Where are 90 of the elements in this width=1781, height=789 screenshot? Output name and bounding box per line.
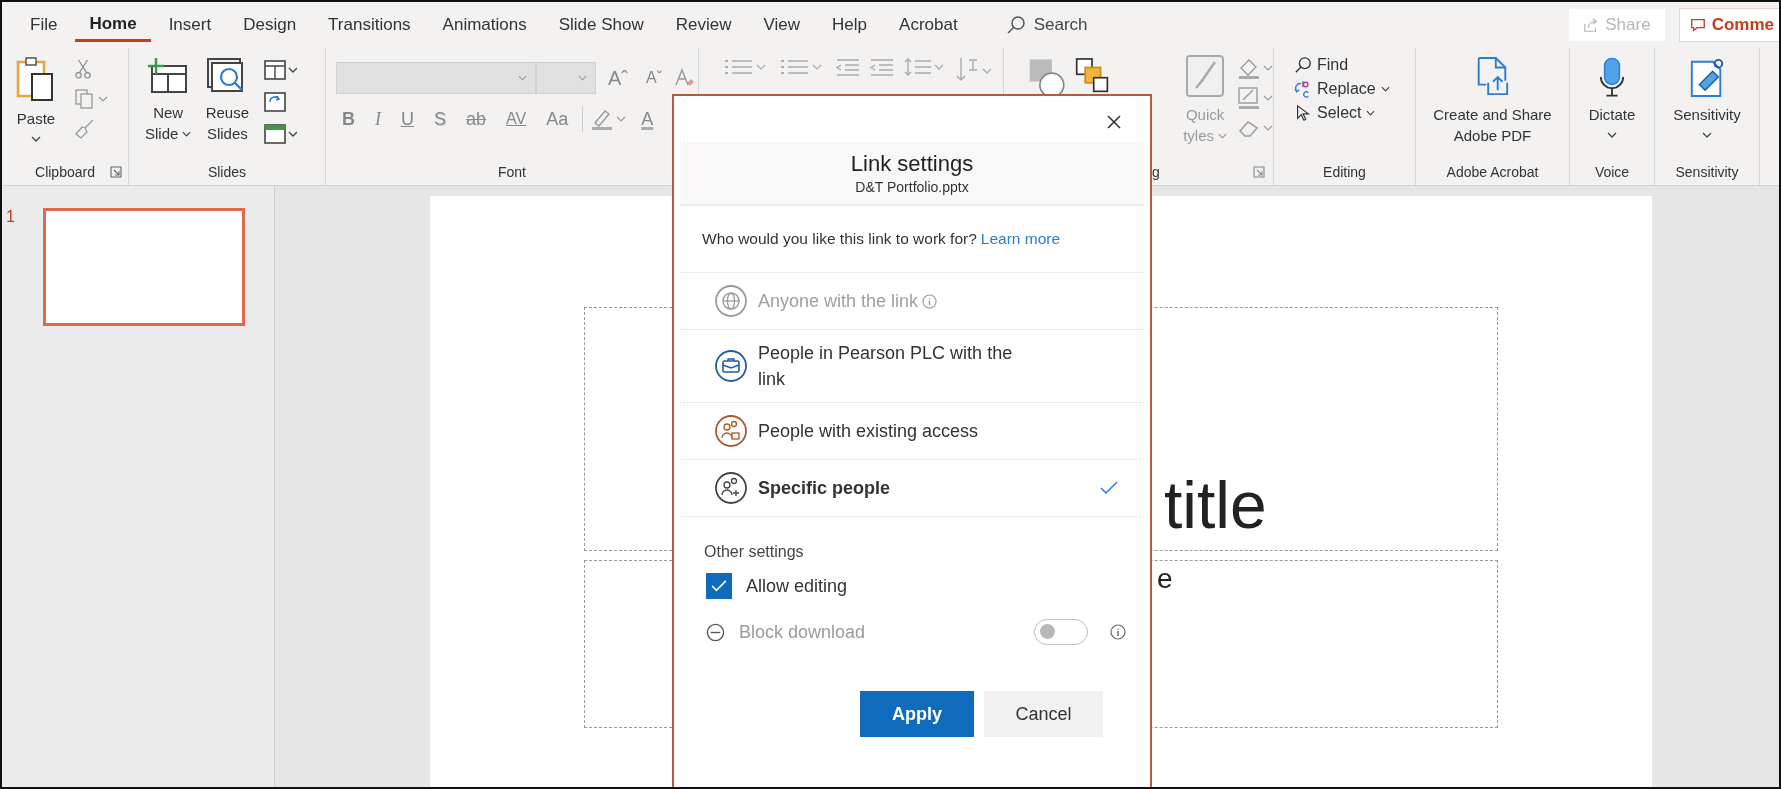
scissors-icon[interactable] [74,58,92,80]
title-text: title [1164,472,1267,538]
layout-icon[interactable] [263,58,298,82]
dictate-button[interactable]: Dictate [1588,56,1636,138]
microphone-icon [1598,56,1626,98]
question-text: Who would you like this link to work for? [702,230,977,248]
file-name: D&T Portfolio.pptx [855,179,969,195]
decrease-indent-icon[interactable] [835,56,861,78]
chevron-icon [1366,110,1376,116]
chevron-icon [1607,132,1617,138]
ribbon-tab[interactable]: File [16,9,72,41]
ribbon-tab[interactable]: Acrobat [885,9,972,41]
link-option[interactable]: People with existing access [680,403,1144,460]
chevron-icon [182,131,192,137]
checkbox[interactable] [706,573,732,599]
chevron-icon [518,75,527,81]
minus-circle-icon [706,622,725,642]
chevron-icon [1380,86,1390,92]
block-download-label: Block download [739,621,866,643]
group-label: Sensitivity [1675,164,1739,180]
people-add-icon [714,471,748,505]
checkmark-icon [711,580,727,592]
comment-icon [1689,17,1706,33]
learn-more-link[interactable]: Learn more [980,230,1061,248]
increase-indent-icon[interactable] [869,56,895,78]
section-icon[interactable] [263,122,298,146]
new-slide-button[interactable]: New Slide [145,56,192,144]
tagged-document-icon [1688,56,1726,98]
ribbon-tab[interactable]: Insert [154,9,226,41]
group-label: Clipboard [35,164,95,180]
subtitle-text: e [1157,563,1173,595]
group-label: Adobe Acrobat [1446,164,1539,180]
reuse-slides-button[interactable]: Reuse Slides [205,56,250,144]
pen-outline-icon[interactable] [1237,86,1273,110]
chevron-icon [578,75,587,81]
sensitivity-button[interactable]: Sensitivity [1673,56,1741,138]
replace-icon [1294,80,1312,98]
dialog-launcher-icon[interactable] [1253,166,1265,178]
select-button[interactable]: Select [1294,104,1376,122]
comments-button[interactable]: Comme [1678,8,1779,42]
group-label: g [1152,164,1160,180]
ribbon-tab[interactable]: Home [75,8,151,42]
paste-button[interactable]: Paste [16,56,56,142]
quick-styles-icon [1185,54,1226,98]
cancel-button[interactable]: Cancel [984,691,1103,737]
group-label: Font [498,164,526,180]
ribbon-tab[interactable]: Slide Show [544,9,658,41]
group-label: Editing [1323,164,1366,180]
info-icon[interactable] [1110,624,1126,640]
slide-thumbnail[interactable] [42,208,245,326]
close-icon [1106,114,1122,130]
ribbon-tab[interactable]: Review [661,9,746,41]
search-field[interactable]: Search [1033,15,1104,35]
dialog-launcher-icon[interactable] [110,166,122,178]
ribbon-tab[interactable]: Animations [428,9,541,41]
replace-button[interactable]: Replace [1294,80,1390,98]
group-label: Slides [207,164,247,180]
section-heading: Other settings [704,543,804,560]
globe-icon [714,284,748,318]
slide-number: 1 [6,208,15,226]
checkbox-label: Allow editing [746,575,848,597]
cursor-icon [1294,104,1312,122]
font-size-field[interactable] [536,62,596,94]
apply-button[interactable]: Apply [860,691,974,737]
ribbon-tab[interactable]: Help [818,9,882,41]
chevron-icon [1218,133,1227,139]
dialog-title: Link settings [850,151,974,177]
group-label: Voice [1594,164,1630,180]
people-lock-icon [714,414,748,448]
find-button[interactable]: Find [1294,56,1349,74]
paintbrush-icon[interactable] [74,118,96,140]
reset-icon[interactable] [263,90,288,114]
copy-icon[interactable] [74,88,108,110]
chevron-icon [1702,132,1712,138]
ribbon-tab[interactable]: Design [229,9,311,41]
share-icon [1583,17,1600,33]
link-option[interactable]: Specific people [680,460,1144,517]
ribbon-tab[interactable]: View [749,9,815,41]
briefcase-icon [714,349,748,383]
chevron-icon [31,136,41,142]
clipboard-icon [16,56,56,102]
ribbon-tab[interactable]: Transitions [314,9,425,41]
checkmark-icon [1100,481,1118,495]
clear-format-icon[interactable] [674,67,696,89]
link-option[interactable]: People in Pearson PLC with the link [680,330,1144,403]
create-pdf-button[interactable]: Create and Share Adobe PDF [1433,56,1552,146]
highlighter-icon[interactable] [591,107,628,131]
search-icon [1294,56,1312,74]
search-icon [1005,15,1026,35]
font-name-field[interactable] [336,62,536,94]
